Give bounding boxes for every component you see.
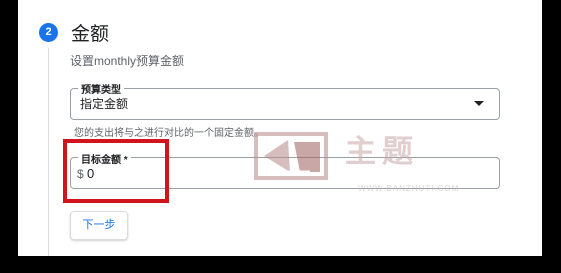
watermark-url: WWW.BANZHUTI.COM [358, 184, 460, 193]
caret-down-icon[interactable] [474, 101, 484, 106]
step-connector-line [48, 48, 49, 256]
budget-type-value: 指定金额 [80, 97, 129, 111]
step-title: 金额 [71, 24, 110, 45]
budget-type-label: 预算类型 [78, 81, 124, 96]
highlight-annotation-box [63, 139, 169, 203]
watermark: 主题 WWW.BANZHUTI.COM [250, 120, 490, 200]
budget-type-hint: 您的支出将与之进行对比的一个固定金额。 [74, 128, 264, 139]
budget-form-card: 2 金额 设置monthly预算金额 预算类型 指定金额 您的支出将与之进行对比… [18, 0, 542, 256]
watermark-text: 主题 [345, 134, 419, 170]
budget-type-select[interactable] [70, 88, 500, 120]
watermark-seal-logo [254, 132, 328, 180]
next-step-button[interactable]: 下一步 [70, 211, 128, 240]
step-number-badge: 2 [39, 23, 58, 42]
step-description: 设置monthly预算金额 [70, 54, 185, 68]
